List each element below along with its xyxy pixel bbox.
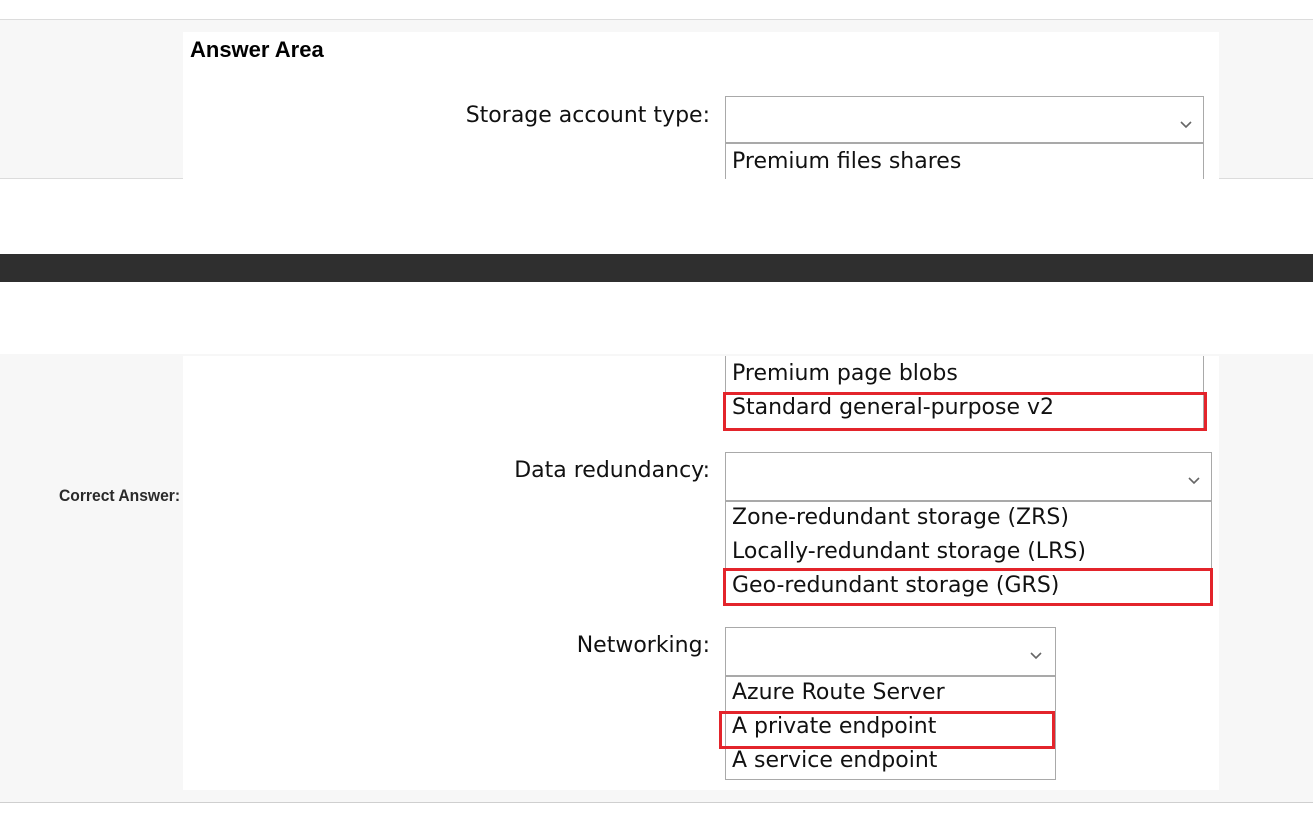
storage-account-type-select[interactable] — [725, 96, 1204, 143]
networking-option-route-server[interactable]: Azure Route Server — [732, 679, 945, 707]
storage-account-type-label: Storage account type: — [465, 103, 710, 128]
separator-band — [0, 254, 1313, 282]
networking-correct-highlight — [719, 711, 1055, 749]
networking-select[interactable] — [725, 627, 1056, 676]
redundancy-option-zrs[interactable]: Zone-redundant storage (ZRS) — [732, 504, 1069, 532]
data-redundancy-label: Data redundancy: — [514, 458, 710, 483]
chevron-down-icon — [1188, 477, 1200, 485]
chevron-down-icon — [1030, 652, 1042, 660]
answer-area-title: Answer Area — [190, 37, 324, 62]
data-redundancy-select[interactable] — [725, 452, 1212, 501]
storage-correct-highlight — [723, 392, 1207, 431]
storage-option-premium-page-blobs[interactable]: Premium page blobs — [732, 360, 958, 388]
networking-label: Networking: — [576, 633, 710, 658]
redundancy-correct-highlight — [723, 568, 1213, 606]
correct-answer-label: Correct Answer: — [59, 486, 181, 505]
storage-options-list-top: Premium files shares — [725, 143, 1204, 179]
networking-option-service-endpoint[interactable]: A service endpoint — [732, 747, 937, 775]
storage-option-premium-files[interactable]: Premium files shares — [732, 148, 961, 176]
redundancy-option-lrs[interactable]: Locally-redundant storage (LRS) — [732, 538, 1086, 566]
chevron-down-icon — [1180, 121, 1192, 129]
